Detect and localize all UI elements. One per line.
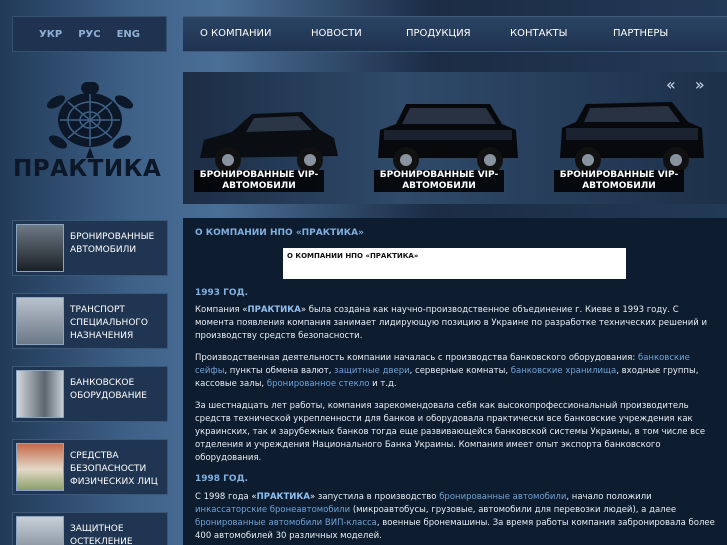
paragraph-armored-cars: С 1998 года «ПРАКТИКА» запустила в произ…: [195, 491, 719, 543]
text: Компания «: [195, 305, 248, 315]
bank-equipment-thumbnail: [16, 370, 64, 418]
year-heading-1998: 1998 ГОД.: [195, 474, 249, 484]
nav-contacts[interactable]: КОНТАКТЫ: [510, 28, 567, 39]
sidebar-item-personal-security[interactable]: СРЕДСТВА БЕЗОПАСНОСТИ ФИЗИЧЕСКИХ ЛИЦ: [12, 439, 168, 495]
sidebar-item-special-transport-label: ТРАНСПОРТ СПЕЦИАЛЬНОГО НАЗНАЧЕНИЯ: [70, 304, 166, 343]
logo-text: ПРАКТИКА: [13, 156, 162, 182]
link-cash-in-transit-vehicles[interactable]: инкассаторские бронеавтомобили: [195, 505, 350, 515]
sidebar-label-line: ФИЗИЧЕСКИХ ЛИЦ: [70, 477, 158, 487]
banner-arrows: « »: [666, 75, 719, 94]
lang-eng[interactable]: ENG: [117, 29, 140, 40]
armored-car-thumbnail: [16, 224, 64, 272]
sidebar-item-protective-glazing[interactable]: ЗАЩИТНОЕ ОСТЕКЛЕНИЕ: [12, 512, 168, 545]
car-image-sedan[interactable]: [192, 100, 342, 178]
paragraph-production: Производственная деятельность компании н…: [195, 352, 719, 391]
sidebar-item-bank-equipment[interactable]: БАНКОВСКОЕ ОБОРУДОВАНИЕ: [12, 366, 168, 422]
text: , серверные комнаты,: [409, 366, 511, 376]
car-image-suv-range-rover[interactable]: [372, 98, 522, 176]
link-armored-cars[interactable]: бронированные автомобили: [439, 492, 566, 502]
year-heading-1993: 1993 ГОД.: [195, 288, 249, 298]
brand-name: ПРАКТИКА: [247, 305, 301, 315]
text: , пункты обмена валют,: [224, 366, 335, 376]
car-caption-1-line1: БРОНИРОВАННЫЕ VIP-: [199, 170, 319, 180]
car-caption-3-line2: АВТОМОБИЛИ: [582, 181, 656, 191]
text: Производственная деятельность компании н…: [195, 353, 638, 363]
text: (микроавтобусы, грузовые, автомобили для…: [350, 505, 677, 515]
sidebar-label-line: СРЕДСТВА: [70, 451, 119, 461]
sidebar-label-line: ЗАЩИТНОЕ: [70, 524, 124, 534]
sidebar-label-line: НАЗНАЧЕНИЯ: [70, 331, 134, 341]
link-armored-glass[interactable]: бронированное стекло: [267, 379, 370, 389]
sidebar-item-protective-glazing-label: ЗАЩИТНОЕ ОСТЕКЛЕНИЕ: [70, 523, 166, 545]
link-protective-doors[interactable]: защитные двери: [334, 366, 409, 376]
sidebar-item-bank-equipment-label: БАНКОВСКОЕ ОБОРУДОВАНИЕ: [70, 377, 166, 403]
lang-ukr[interactable]: УКР: [39, 29, 62, 40]
sidebar-item-special-transport[interactable]: ТРАНСПОРТ СПЕЦИАЛЬНОГО НАЗНАЧЕНИЯ: [12, 293, 168, 349]
sidebar-label-line: СПЕЦИАЛЬНОГО: [70, 318, 148, 328]
nav-news[interactable]: НОВОСТИ: [311, 28, 362, 39]
car-caption-2[interactable]: БРОНИРОВАННЫЕ VIP- АВТОМОБИЛИ: [374, 170, 504, 192]
car-caption-2-line1: БРОНИРОВАННЫЕ VIP-: [379, 170, 499, 180]
car-caption-1-line2: АВТОМОБИЛИ: [222, 181, 296, 191]
protective-glazing-thumbnail: [16, 516, 64, 545]
personal-security-thumbnail: [16, 443, 64, 491]
text: » запустила в производство: [309, 492, 440, 502]
car-caption-1[interactable]: БРОНИРОВАННЫЕ VIP- АВТОМОБИЛИ: [194, 170, 324, 192]
text: , начало положили: [566, 492, 652, 502]
text: и т.д.: [369, 379, 397, 389]
sidebar-label-line: АВТОМОБИЛИ: [70, 245, 137, 255]
car-caption-2-line2: АВТОМОБИЛИ: [402, 181, 476, 191]
sidebar-item-personal-security-label: СРЕДСТВА БЕЗОПАСНОСТИ ФИЗИЧЕСКИХ ЛИЦ: [70, 450, 166, 489]
sidebar-label-line: БЕЗОПАСНОСТИ: [70, 464, 147, 474]
banner-next-button[interactable]: »: [695, 75, 705, 94]
brand-name: ПРАКТИКА: [256, 492, 310, 502]
banner-prev-button[interactable]: «: [666, 75, 676, 94]
nav-partners[interactable]: ПАРТНЕРЫ: [613, 28, 668, 39]
lang-rus[interactable]: РУС: [78, 29, 100, 40]
car-caption-3[interactable]: БРОНИРОВАННЫЕ VIP- АВТОМОБИЛИ: [554, 170, 684, 192]
paragraph-experience: За шестнадцать лет работы, компания заре…: [195, 401, 706, 463]
nav-about[interactable]: О КОМПАНИИ: [200, 28, 272, 39]
breadcrumb: О КОМПАНИИ НПО «ПРАКТИКА»: [283, 248, 626, 279]
text: С 1998 года «: [195, 492, 257, 502]
main-nav: О КОМПАНИИ НОВОСТИ ПРОДУКЦИЯ КОНТАКТЫ ПА…: [183, 16, 727, 52]
sidebar-label-line: БАНКОВСКОЕ: [70, 378, 135, 388]
link-vip-armored-cars[interactable]: бронированные автомобили ВИП-класса: [195, 518, 377, 528]
turtle-logo-icon: [46, 82, 134, 158]
sidebar-label-line: ОСТЕКЛЕНИЕ: [70, 537, 133, 545]
link-bank-vaults[interactable]: банковские хранилища: [511, 366, 617, 376]
car-image-suv-land-cruiser[interactable]: [556, 98, 706, 176]
sidebar-label-line: ТРАНСПОРТ: [70, 305, 125, 315]
main-content: О КОМПАНИИ НПО «ПРАКТИКА» О КОМПАНИИ НПО…: [183, 218, 727, 545]
special-transport-thumbnail: [16, 297, 64, 345]
paragraph-founding: Компания «ПРАКТИКА» была создана как нау…: [195, 304, 719, 343]
nav-products[interactable]: ПРОДУКЦИЯ: [406, 28, 471, 39]
car-caption-3-line1: БРОНИРОВАННЫЕ VIP-: [559, 170, 679, 180]
language-bar: УКР РУС ENG: [12, 16, 167, 52]
sidebar-label-line: БРОНИРОВАННЫЕ: [70, 232, 155, 242]
sidebar-item-armored-cars-label: БРОНИРОВАННЫЕ АВТОМОБИЛИ: [70, 231, 166, 257]
sidebar-label-line: ОБОРУДОВАНИЕ: [70, 391, 147, 401]
page-title: О КОМПАНИИ НПО «ПРАКТИКА»: [195, 228, 364, 238]
sidebar-item-armored-cars[interactable]: БРОНИРОВАННЫЕ АВТОМОБИЛИ: [12, 220, 168, 276]
